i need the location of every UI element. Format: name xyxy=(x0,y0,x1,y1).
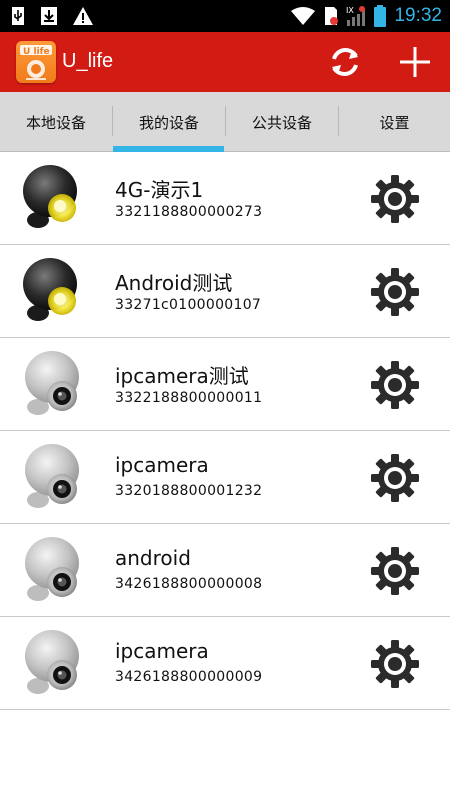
clock: 19:32 xyxy=(394,5,442,26)
download-icon xyxy=(41,7,57,25)
usb-icon xyxy=(12,7,24,25)
tab-label: 公共设备 xyxy=(251,113,312,132)
camera-offline-icon xyxy=(25,444,79,508)
tab-public-devices[interactable]: 公共设备 xyxy=(226,92,338,152)
device-id: 3426188800000008 xyxy=(115,576,263,592)
svg-text:IX: IX xyxy=(346,6,354,15)
add-device-button[interactable] xyxy=(396,43,434,81)
tab-settings[interactable]: 设置 xyxy=(339,92,450,152)
device-id: 3426188800000009 xyxy=(115,669,263,685)
device-name: ipcamera xyxy=(115,453,209,477)
device-name: android xyxy=(115,546,191,570)
gear-icon[interactable] xyxy=(370,360,420,410)
gear-icon[interactable] xyxy=(370,174,420,224)
camera-online-icon xyxy=(23,165,77,228)
app-title: U_life xyxy=(62,50,114,72)
tab-label: 本地设备 xyxy=(25,113,86,132)
refresh-button[interactable] xyxy=(326,43,364,81)
device-row[interactable]: android 3426188800000008 xyxy=(0,524,450,617)
device-id: 3321188800000273 xyxy=(115,204,263,220)
tab-my-devices[interactable]: 我的设备 xyxy=(113,92,225,152)
device-id: 33271c0100000107 xyxy=(115,297,262,313)
device-row[interactable]: ipcamera 3426188800000009 xyxy=(0,617,450,710)
gear-icon[interactable] xyxy=(370,267,420,317)
wifi-icon xyxy=(291,7,316,25)
tab-bar: 本地设备 我的设备 公共设备 设置 xyxy=(0,92,450,152)
device-name: ipcamera测试 xyxy=(115,364,249,388)
gear-icon[interactable] xyxy=(370,546,420,596)
device-row[interactable]: Android测试 33271c0100000107 xyxy=(0,245,450,338)
sim-icon xyxy=(325,7,339,25)
camera-online-icon xyxy=(23,258,77,321)
warning-icon xyxy=(73,7,93,25)
device-name: Android测试 xyxy=(115,271,233,295)
device-id: 3322188800000011 xyxy=(115,390,263,406)
app-logo: U life xyxy=(16,41,56,83)
device-name: 4G-演示1 xyxy=(115,178,204,202)
status-bar: IX 19:32 xyxy=(0,0,450,32)
title-bar: U life U_life xyxy=(0,32,450,92)
tab-label: 我的设备 xyxy=(138,113,199,132)
camera-offline-icon xyxy=(25,351,79,415)
device-id: 3320188800001232 xyxy=(115,483,263,499)
device-row[interactable]: 4G-演示1 3321188800000273 xyxy=(0,152,450,245)
signal-icon: IX xyxy=(346,6,366,26)
device-list: 4G-演示1 3321188800000273 Android测试 33271c… xyxy=(0,152,450,710)
gear-icon[interactable] xyxy=(370,639,420,689)
device-name: ipcamera xyxy=(115,639,209,663)
svg-text:U life: U life xyxy=(23,47,50,57)
battery-icon xyxy=(374,5,387,27)
refresh-icon xyxy=(332,48,358,76)
device-row[interactable]: ipcamera测试 3322188800000011 xyxy=(0,338,450,431)
device-row[interactable]: ipcamera 3320188800001232 xyxy=(0,431,450,524)
gear-icon[interactable] xyxy=(370,453,420,503)
camera-offline-icon xyxy=(25,537,79,601)
tab-label: 设置 xyxy=(379,113,410,132)
tab-local-devices[interactable]: 本地设备 xyxy=(0,92,112,152)
plus-icon xyxy=(400,47,430,77)
camera-offline-icon xyxy=(25,630,79,694)
